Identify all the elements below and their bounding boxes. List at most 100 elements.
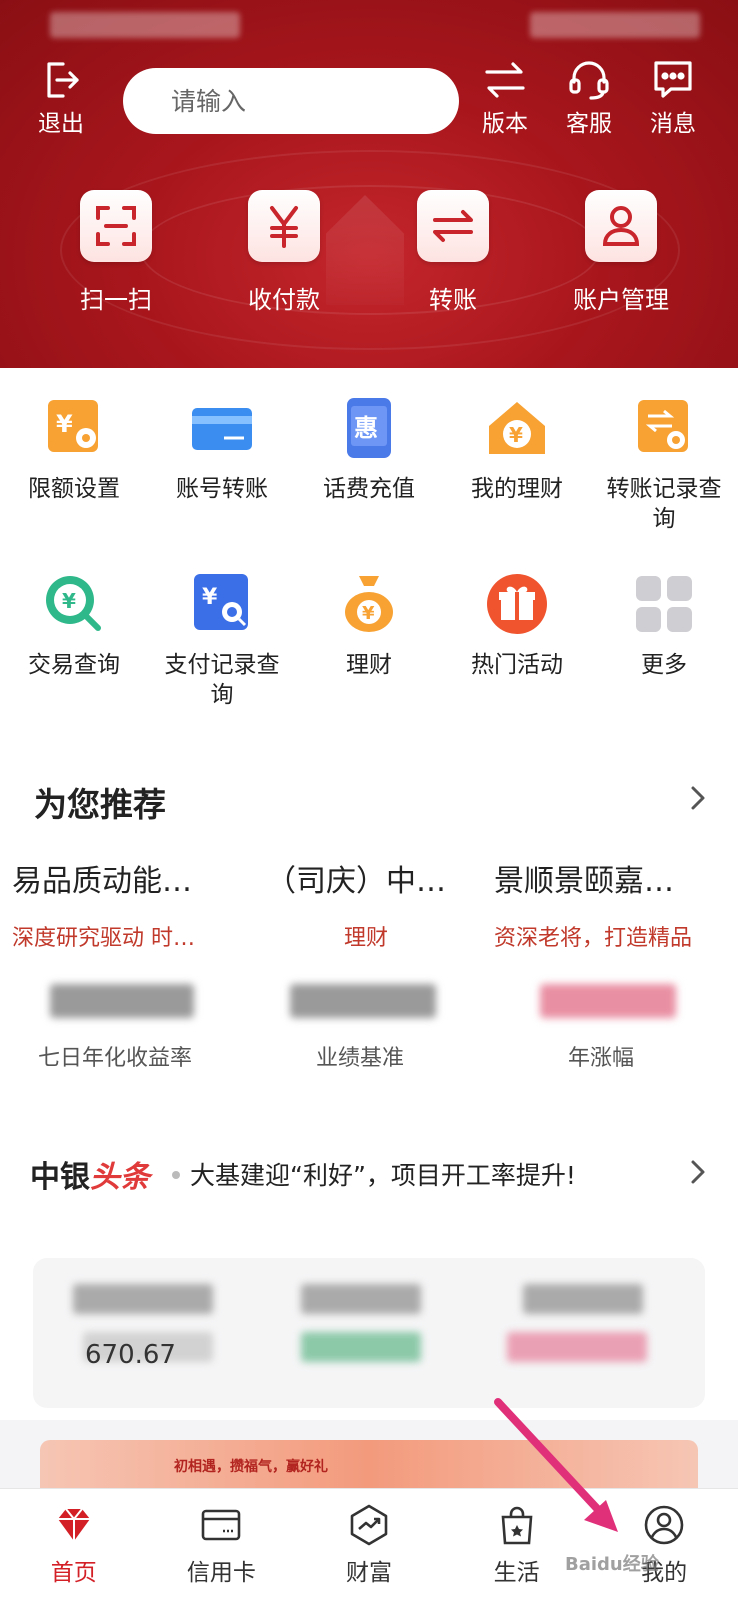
grid-label: 支付记录查询 <box>164 652 280 708</box>
version-button[interactable]: 版本 <box>470 58 540 138</box>
wealth-trend-icon <box>350 1504 388 1546</box>
grid-account-transfer[interactable]: 账号转账 <box>148 396 296 504</box>
message-bubble-icon <box>654 61 692 98</box>
profile-icon <box>644 1505 684 1545</box>
quick-transfer-tile <box>417 190 489 262</box>
search-bar[interactable] <box>123 68 488 134</box>
blurred-index-name <box>523 1284 643 1314</box>
svg-text:¥: ¥ <box>509 423 523 447</box>
grid-label: 转账记录查询 <box>606 476 722 532</box>
status-bar-right-blurred <box>530 12 700 38</box>
credit-card-icon <box>202 1509 241 1541</box>
quick-account-management[interactable]: 账户管理 <box>546 190 696 315</box>
switch-arrows-icon <box>485 62 525 98</box>
blurred-annual-change-value <box>540 984 676 1018</box>
blurred-benchmark-value <box>290 984 436 1018</box>
watermark-text: Baidu经验 <box>565 1554 659 1575</box>
benchmark-caption: 业绩基准 <box>316 1046 405 1071</box>
user-icon <box>602 206 640 246</box>
blurred-index-value <box>301 1332 421 1362</box>
nav-home[interactable]: 首页 <box>0 1489 148 1600</box>
product-tagline: 资深老将，打造精品 <box>494 926 693 951</box>
transfer-arrows-icon <box>433 210 473 242</box>
grid-label: 理财 <box>346 652 392 678</box>
nav-life[interactable]: 生活 <box>443 1489 591 1600</box>
chevron-right-icon[interactable] <box>684 1158 712 1186</box>
boc-headlines-logo: 中银头条 <box>30 1152 150 1196</box>
grid-wealth[interactable]: ¥ 理财 <box>295 572 443 680</box>
market-index-card[interactable]: 670.67 <box>33 1258 705 1408</box>
news-bullet <box>172 1171 180 1179</box>
yuan-icon <box>270 206 298 248</box>
logout-label: 退出 <box>38 111 84 137</box>
product-name: 景顺景颐嘉… <box>494 864 674 899</box>
product-name: 易品质动能… <box>12 864 192 899</box>
grid-phone-recharge[interactable]: 惠 话费充值 <box>295 396 443 504</box>
quick-scan[interactable]: 扫一扫 <box>41 190 191 315</box>
grid-label: 交易查询 <box>28 652 120 678</box>
grid-transaction-query[interactable]: ¥ 交易查询 <box>0 572 148 680</box>
grid-transfer-record[interactable]: 转账记录查询 <box>590 396 738 534</box>
quick-scan-label: 扫一扫 <box>80 286 152 314</box>
quick-pay-label: 收付款 <box>248 286 320 314</box>
limit-settings-icon: ¥ <box>48 400 98 452</box>
grid-payment-record[interactable]: ¥ 支付记录查询 <box>148 572 296 710</box>
logout-button[interactable]: 退出 <box>26 58 96 138</box>
logo-main-text: 中银 <box>30 1160 90 1195</box>
house-yuan-icon: ¥ <box>489 402 545 454</box>
nav-wealth[interactable]: 财富 <box>295 1489 443 1600</box>
search-input[interactable] <box>171 86 488 116</box>
recommend-title: 为您推荐 <box>34 785 166 824</box>
recommend-card[interactable]: 易品质动能… 深度研究驱动 时… <box>12 856 252 952</box>
grid-label: 话费充值 <box>323 476 415 502</box>
nav-label: 信用卡 <box>186 1560 256 1586</box>
blurred-yield-value <box>50 984 194 1018</box>
yield-caption: 七日年化收益率 <box>38 1046 193 1071</box>
blurred-index-name <box>73 1284 213 1314</box>
product-name: （司庆）中… <box>266 864 446 899</box>
grid-label: 限额设置 <box>28 476 120 502</box>
version-label: 版本 <box>482 111 528 137</box>
quick-transfer-label: 转账 <box>429 286 477 314</box>
recommend-section: 为您推荐 易品质动能… 深度研究驱动 时… （司庆）中… 理财 景顺景颐嘉… 资… <box>0 738 738 1120</box>
annual-change-caption: 年涨幅 <box>568 1046 635 1071</box>
quick-pay-receive[interactable]: 收付款 <box>209 190 359 315</box>
search-yuan-icon: ¥ <box>46 576 101 631</box>
scan-icon <box>96 206 136 246</box>
nav-label: 财富 <box>345 1560 392 1586</box>
header-banner: 退出 版本 客服 消息 扫一扫 <box>0 0 738 368</box>
svg-text:惠: 惠 <box>354 414 378 442</box>
blurred-index-value <box>507 1332 647 1362</box>
customer-service-label: 客服 <box>566 111 612 137</box>
nav-label: 生活 <box>493 1560 540 1586</box>
feature-grid: ¥ 限额设置 账号转账 惠 话费充值 ¥ 我的理财 转账记录查询 ¥ 交易查询 … <box>0 368 738 738</box>
bank-card-icon <box>192 408 252 450</box>
nav-credit-card[interactable]: 信用卡 <box>148 1489 296 1600</box>
index-value-partial: 670.67 <box>85 1340 176 1370</box>
recommend-card[interactable]: （司庆）中… 理财 <box>266 856 506 952</box>
customer-service-button[interactable]: 客服 <box>554 58 624 138</box>
quick-pay-tile <box>248 190 320 262</box>
nav-mine[interactable]: 我的 <box>590 1489 738 1600</box>
news-headline[interactable]: 大基建迎“利好”，项目开工率提升! <box>190 1156 576 1192</box>
chevron-right-icon[interactable] <box>684 784 712 812</box>
svg-text:¥: ¥ <box>202 585 218 610</box>
grid-limit-settings[interactable]: ¥ 限额设置 <box>0 396 148 504</box>
logout-icon <box>47 62 79 98</box>
grid-my-wealth[interactable]: ¥ 我的理财 <box>443 396 591 504</box>
grid-more[interactable]: 更多 <box>590 572 738 680</box>
quick-account-label: 账户管理 <box>573 286 669 314</box>
svg-text:¥: ¥ <box>62 589 76 613</box>
messages-button[interactable]: 消息 <box>638 58 708 138</box>
grid-hot-activities[interactable]: 热门活动 <box>443 572 591 680</box>
svg-text:¥: ¥ <box>362 603 375 624</box>
promo-banner-text: 初相遇，攒福气，赢好礼 <box>174 1459 328 1475</box>
phone-discount-icon: 惠 <box>347 398 391 458</box>
quick-transfer[interactable]: 转账 <box>378 190 528 315</box>
svg-text:¥: ¥ <box>56 410 73 438</box>
diamond-home-icon <box>57 1508 90 1541</box>
grid-label: 账号转账 <box>176 476 268 502</box>
recommend-card[interactable]: 景顺景颐嘉… 资深老将，打造精品 <box>494 856 734 952</box>
money-bag-icon: ¥ <box>345 576 393 632</box>
grid-label: 热门活动 <box>471 652 563 678</box>
